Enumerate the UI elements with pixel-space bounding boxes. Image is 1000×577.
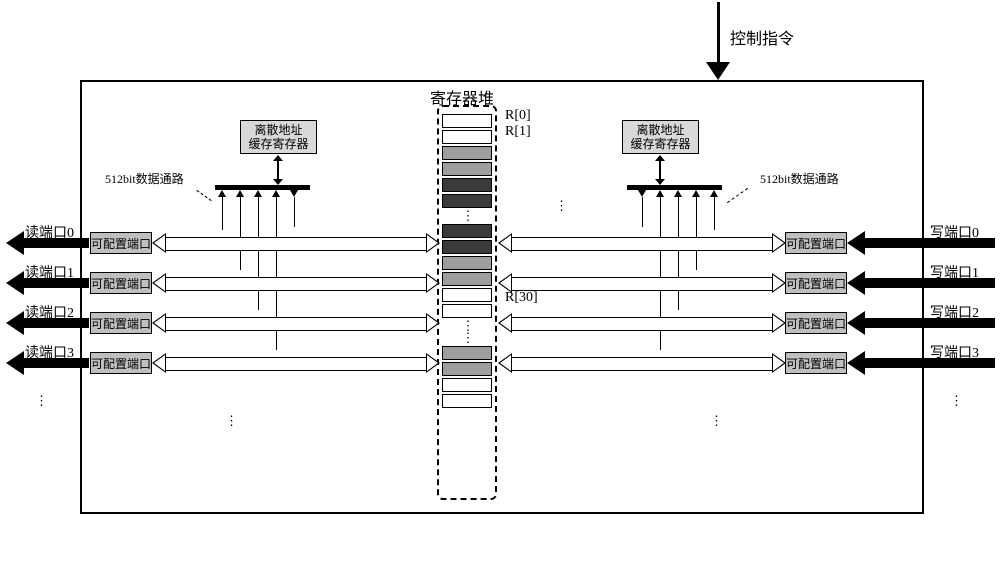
register-cell xyxy=(442,394,492,408)
triangle-up-icon xyxy=(674,190,682,197)
connector-line xyxy=(696,197,697,270)
register-cell xyxy=(442,288,492,302)
register-cell xyxy=(442,178,492,192)
ellipsis-icon: ⋮ xyxy=(555,200,566,212)
control-label: 控制指令 xyxy=(730,25,794,49)
discrete-address-cache-left: 离散地址 缓存寄存器 xyxy=(240,120,317,154)
register-cell xyxy=(442,346,492,360)
configurable-write-port-0: 可配置端口 xyxy=(785,232,847,254)
register-cell xyxy=(442,304,492,318)
register-label-0: R[0] xyxy=(505,108,531,124)
register-label-1: R[1] xyxy=(505,124,531,140)
configurable-read-port-1: 可配置端口 xyxy=(90,272,152,294)
connector-line xyxy=(714,197,715,230)
ellipsis-icon: ⋮ xyxy=(439,332,495,344)
register-cell xyxy=(442,256,492,270)
register-cell xyxy=(442,378,492,392)
ellipsis-icon: ⋮ xyxy=(710,415,721,427)
register-cell xyxy=(442,146,492,160)
discrete-address-cache-right: 离散地址 缓存寄存器 xyxy=(622,120,699,154)
connector-line xyxy=(294,197,295,227)
triangle-down-icon xyxy=(290,190,298,197)
register-cell xyxy=(442,272,492,286)
triangle-up-icon xyxy=(236,190,244,197)
connector-line xyxy=(222,197,223,230)
triangle-down-icon xyxy=(638,190,646,197)
configurable-write-port-3: 可配置端口 xyxy=(785,352,847,374)
ellipsis-icon: ⋮ xyxy=(950,395,961,407)
connector-line xyxy=(240,197,241,270)
main-container xyxy=(80,80,924,514)
configurable-read-port-3: 可配置端口 xyxy=(90,352,152,374)
connector-line xyxy=(678,197,679,310)
triangle-up-icon xyxy=(272,190,280,197)
ellipsis-icon: ⋮ xyxy=(225,415,236,427)
datapath-label-right: 512bit数据通路 xyxy=(760,170,839,187)
register-cell xyxy=(442,362,492,376)
configurable-write-port-2: 可配置端口 xyxy=(785,312,847,334)
bidir-arrow-icon xyxy=(659,161,661,179)
configurable-read-port-2: 可配置端口 xyxy=(90,312,152,334)
triangle-up-icon xyxy=(656,190,664,197)
register-cell xyxy=(442,194,492,208)
configurable-write-port-1: 可配置端口 xyxy=(785,272,847,294)
register-cell xyxy=(442,240,492,254)
register-stack: ⋮ ⋮ ⋮ xyxy=(437,105,497,500)
ellipsis-icon: ⋮ xyxy=(35,395,46,407)
register-cell xyxy=(442,224,492,238)
register-cell xyxy=(442,162,492,176)
connector-line xyxy=(642,197,643,227)
connector-line xyxy=(258,197,259,310)
ellipsis-icon: ⋮ xyxy=(439,210,495,222)
triangle-up-icon xyxy=(254,190,262,197)
datapath-label-left: 512bit数据通路 xyxy=(105,170,184,187)
register-cell xyxy=(442,114,492,128)
triangle-up-icon xyxy=(218,190,226,197)
bidir-arrow-icon xyxy=(277,161,279,179)
configurable-read-port-0: 可配置端口 xyxy=(90,232,152,254)
triangle-up-icon xyxy=(692,190,700,197)
triangle-up-icon xyxy=(710,190,718,197)
register-cell xyxy=(442,130,492,144)
